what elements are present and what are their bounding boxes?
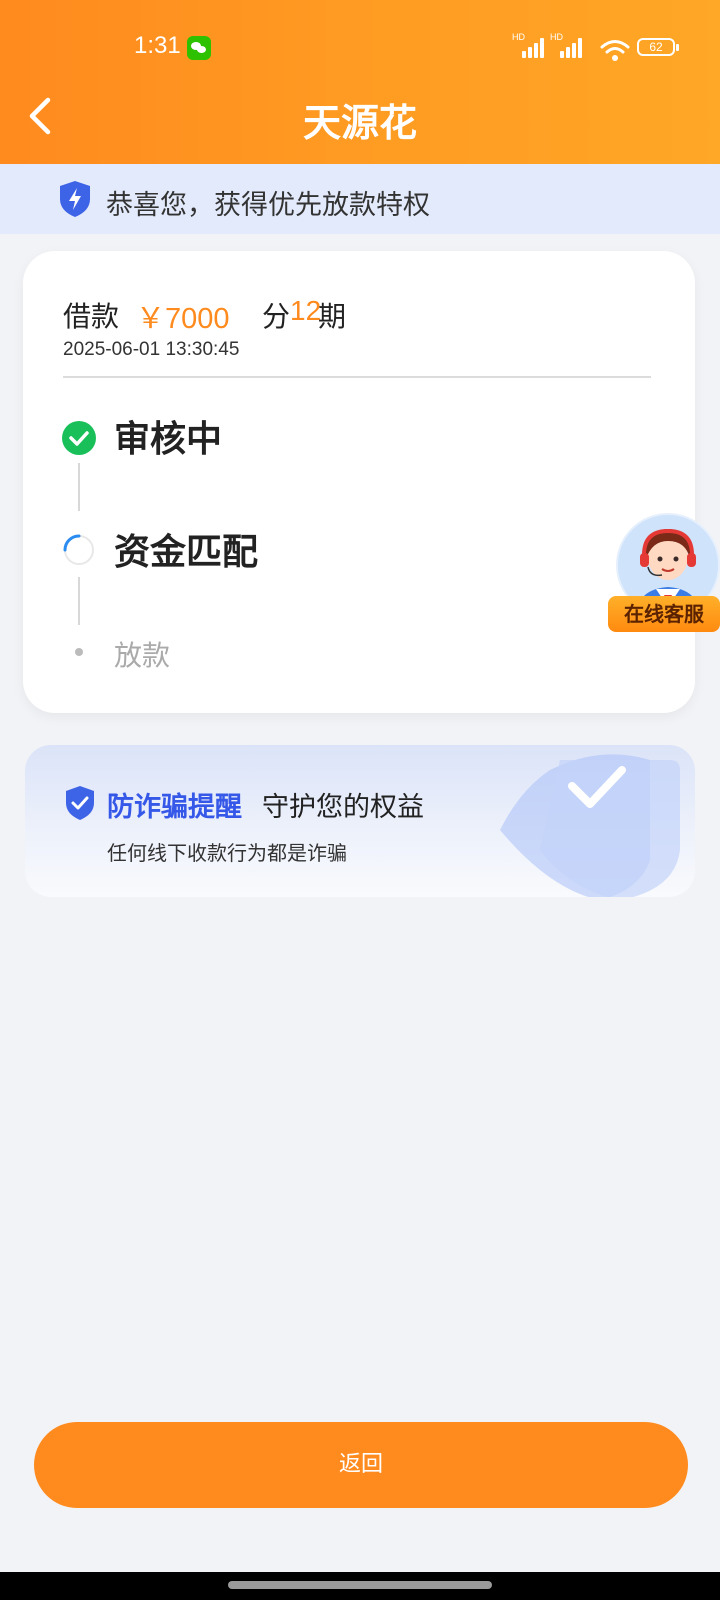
battery-icon: 62 (637, 38, 679, 56)
status-bar: 1:31 HD HD 62 (0, 0, 720, 96)
fraud-description: 任何线下收款行为都是诈骗 (107, 841, 347, 865)
step-review-label: 审核中 (114, 419, 223, 460)
step-connector (78, 577, 80, 625)
step-pending-dot (75, 648, 83, 656)
status-time: 1:31 (134, 32, 181, 59)
shield-check-icon (66, 786, 94, 820)
step-connector (78, 463, 80, 511)
fraud-title: 防诈骗提醒 (107, 792, 242, 823)
wifi-icon (600, 40, 630, 61)
loan-date: 2025-06-01 13:30:45 (63, 339, 240, 360)
lightning-shield-icon (60, 181, 90, 217)
wechat-icon (187, 36, 211, 60)
check-circle-icon (62, 421, 96, 455)
divider (63, 376, 651, 378)
home-indicator[interactable] (228, 1581, 492, 1589)
page-title: 天源花 (302, 101, 417, 145)
loan-label: 借款 (63, 300, 120, 333)
signal-icon: HD (512, 32, 544, 58)
period-suffix: 期 (318, 300, 347, 333)
banner-text: 恭喜您，获得优先放款特权 (106, 190, 430, 221)
return-button[interactable]: 返回 (34, 1422, 688, 1508)
signal-icon: HD (550, 32, 582, 58)
fraud-subtitle: 守护您的权益 (262, 792, 424, 823)
period-count: 12 (290, 295, 322, 326)
step-matching-label: 资金匹配 (114, 532, 259, 573)
signal-hd-label: HD (550, 32, 563, 42)
signal-hd-label: HD (512, 32, 525, 42)
shield-check-decoration-icon (500, 754, 680, 897)
customer-service-button[interactable]: 在线客服 (608, 596, 720, 632)
loan-amount: ￥7000 (136, 303, 230, 335)
step-disburse-label: 放款 (114, 639, 171, 672)
loading-spinner-icon (63, 534, 94, 565)
period-prefix: 分 (262, 300, 291, 333)
